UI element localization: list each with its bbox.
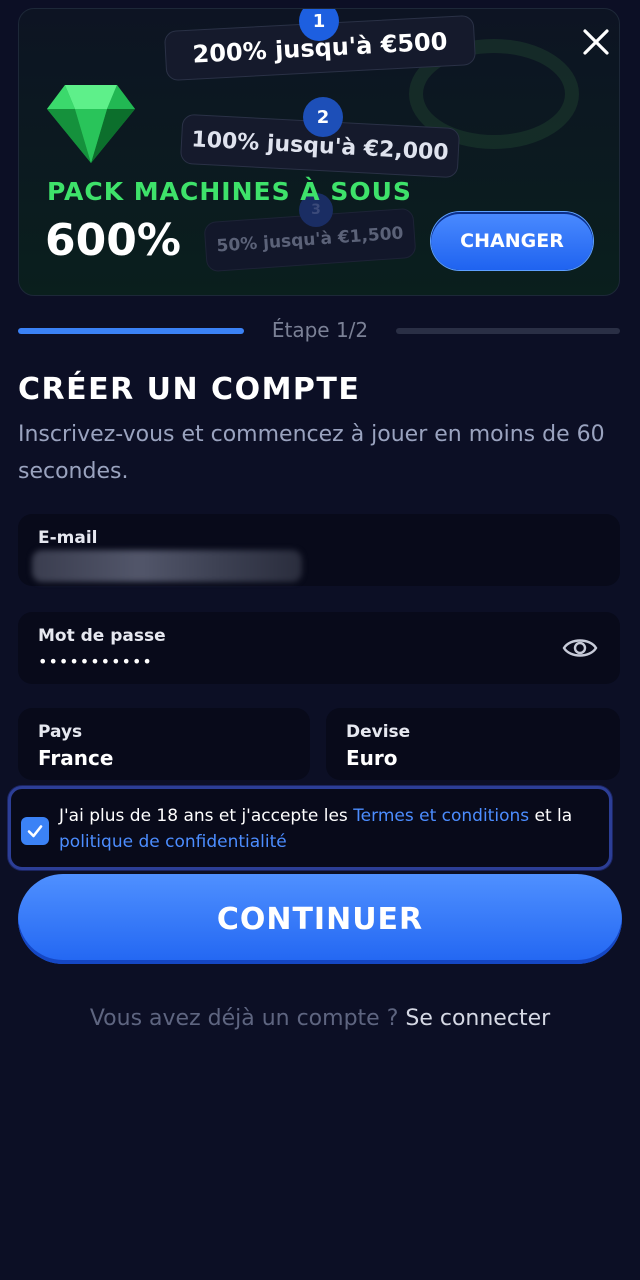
checkmark-icon bbox=[27, 825, 43, 838]
page-title: CRÉER UN COMPTE bbox=[18, 372, 361, 407]
email-field[interactable]: E-mail bbox=[18, 514, 620, 586]
currency-select[interactable]: Devise Euro bbox=[326, 708, 620, 780]
password-label: Mot de passe bbox=[38, 626, 166, 646]
terms-consent-text: J'ai plus de 18 ans et j'accepte les Ter… bbox=[59, 803, 599, 855]
email-value-redacted bbox=[32, 550, 302, 582]
step-progress-inactive bbox=[396, 328, 620, 334]
toggle-password-visibility-button[interactable] bbox=[562, 634, 598, 662]
country-label: Pays bbox=[38, 722, 83, 742]
signin-link[interactable]: Se connecter bbox=[405, 1006, 550, 1031]
promo-banner: 50% jusqu'à €1,500 100% jusqu'à €2,000 2… bbox=[18, 8, 620, 296]
privacy-policy-link[interactable]: politique de confidentialité bbox=[59, 832, 287, 852]
continue-button[interactable]: CONTINUER bbox=[18, 874, 622, 964]
change-bonus-button[interactable]: CHANGER bbox=[431, 212, 593, 270]
country-value: France bbox=[38, 746, 114, 770]
consent-text-before: J'ai plus de 18 ans et j'accepte les bbox=[59, 806, 354, 826]
step-label: Étape 1/2 bbox=[271, 318, 369, 342]
signin-row: Vous avez déjà un compte ? Se connecter bbox=[0, 1006, 640, 1031]
pack-title: PACK MACHINES À SOUS bbox=[47, 177, 412, 206]
close-banner-button[interactable] bbox=[579, 25, 613, 59]
password-field[interactable]: Mot de passe ••••••••••• bbox=[18, 612, 620, 684]
password-value: ••••••••••• bbox=[38, 652, 153, 671]
consent-text-middle: et la bbox=[529, 806, 573, 826]
pack-percent: 600% bbox=[45, 215, 181, 266]
eye-icon bbox=[562, 639, 598, 657]
currency-label: Devise bbox=[346, 722, 411, 742]
currency-value: Euro bbox=[346, 746, 398, 770]
terms-link[interactable]: Termes et conditions bbox=[353, 806, 529, 826]
emerald-gem-icon bbox=[47, 85, 135, 163]
page-subtitle: Inscrivez-vous et commencez à jouer en m… bbox=[18, 422, 605, 484]
bonus-tier-3-text: 50% jusqu'à €1,500 bbox=[215, 223, 405, 257]
email-label: E-mail bbox=[38, 528, 98, 548]
signin-prompt: Vous avez déjà un compte ? bbox=[89, 1006, 406, 1031]
step-progress-active bbox=[18, 328, 244, 334]
close-icon bbox=[583, 29, 609, 55]
country-select[interactable]: Pays France bbox=[18, 708, 310, 780]
tier-2-number-badge: 2 bbox=[303, 97, 343, 137]
terms-checkbox[interactable] bbox=[21, 817, 49, 845]
terms-consent-box: J'ai plus de 18 ans et j'accepte les Ter… bbox=[8, 786, 612, 870]
